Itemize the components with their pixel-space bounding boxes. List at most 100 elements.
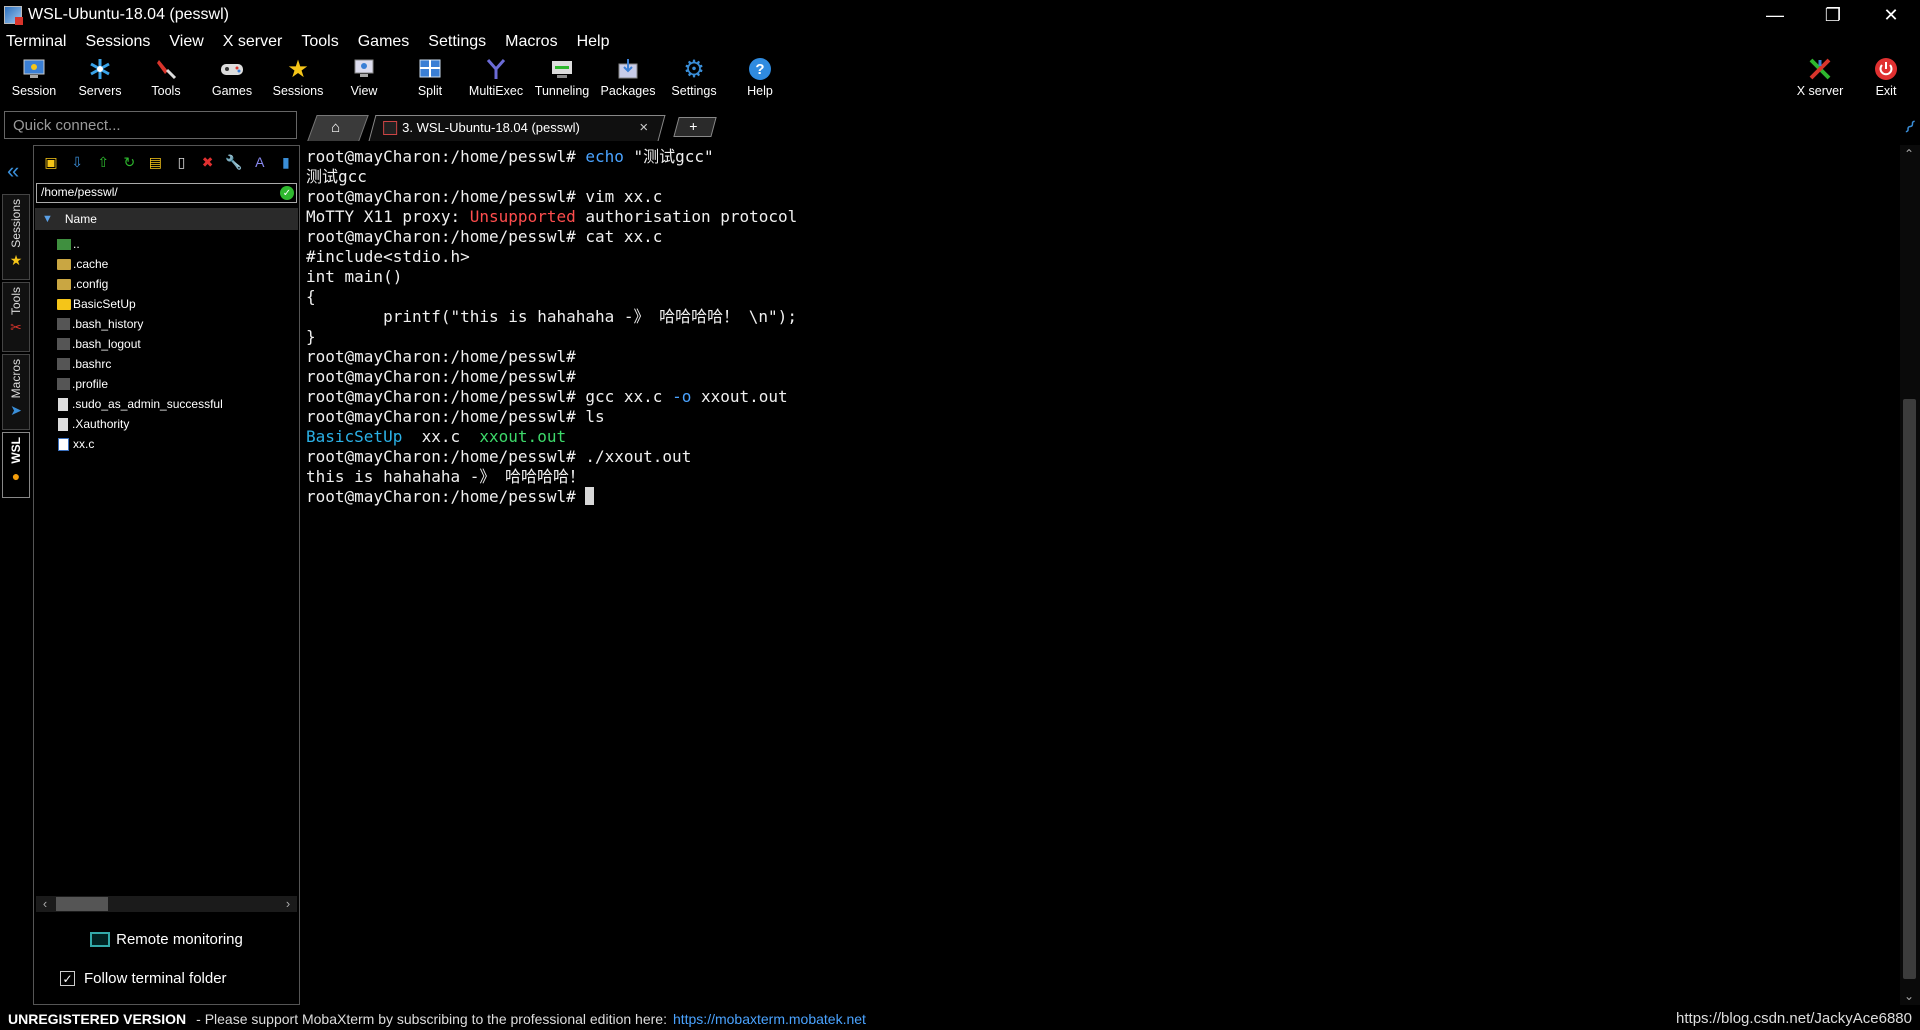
tab-sessions[interactable]: Sessions ★: [2, 194, 30, 280]
tools-button[interactable]: Tools: [133, 56, 199, 106]
terminal-command: ls: [585, 407, 605, 426]
multiexec-icon: [483, 56, 509, 82]
terminal-output[interactable]: root@mayCharon:/home/pesswl# echo "测试gcc…: [306, 147, 1896, 1007]
mobaxterm-link[interactable]: https://mobaxterm.mobatek.net: [673, 1011, 866, 1027]
menu-help[interactable]: Help: [577, 33, 610, 51]
panel-icon[interactable]: ▮: [273, 151, 299, 173]
terminal-command: gcc xx.c: [585, 387, 673, 406]
restore-button[interactable]: ❐: [1804, 0, 1862, 30]
terminal-text: this is hahahaha -》 哈哈哈哈！: [306, 467, 586, 486]
ls-file: xx.c: [421, 427, 461, 446]
file-row[interactable]: .bash_history: [34, 314, 299, 334]
tools-icon: ✂: [10, 319, 22, 336]
monitor-icon: [21, 56, 47, 82]
toolbar: Session Servers Tools Games ★ Sessions V…: [0, 54, 1920, 108]
minimize-button[interactable]: —: [1746, 0, 1804, 30]
menu-games[interactable]: Games: [358, 33, 410, 51]
horizontal-scrollbar[interactable]: ‹ ›: [36, 896, 297, 912]
menu-view[interactable]: View: [169, 33, 203, 51]
servers-button[interactable]: Servers: [67, 56, 133, 106]
new-tab-button[interactable]: +: [673, 117, 717, 137]
terminal-text: 测试gcc: [306, 167, 367, 186]
file-row[interactable]: xx.c: [34, 434, 299, 454]
check-icon[interactable]: ✓: [280, 186, 294, 200]
terminal-prompt: root@mayCharon:/home/pesswl#: [306, 387, 586, 406]
terminal-line: root@mayCharon:/home/pesswl# gcc xx.c -o…: [306, 387, 1896, 407]
tab-tools[interactable]: Tools ✂: [2, 282, 30, 352]
scroll-thumb[interactable]: [1903, 399, 1916, 979]
menu-xserver[interactable]: X server: [223, 33, 283, 51]
terminal-scrollbar[interactable]: ⌃ ⌄: [1900, 145, 1920, 1005]
packages-button[interactable]: Packages: [595, 56, 661, 106]
file-row[interactable]: .bashrc: [34, 354, 299, 374]
session-button[interactable]: Session: [1, 56, 67, 106]
file-row[interactable]: BasicSetUp: [34, 294, 299, 314]
delete-icon[interactable]: ✖: [195, 151, 221, 173]
sort-triangle-icon: ▼: [42, 213, 53, 225]
tunneling-button[interactable]: Tunneling: [529, 56, 595, 106]
scroll-up-icon[interactable]: ⌃: [1904, 147, 1914, 161]
xserver-button[interactable]: X server: [1787, 56, 1853, 106]
home-icon: ⌂: [331, 119, 341, 136]
settings-button[interactable]: ⚙ Settings: [661, 56, 727, 106]
terminal-line: int main(): [306, 267, 1896, 287]
tab-home[interactable]: ⌂: [307, 115, 369, 141]
ls-executable: xxout.out: [479, 427, 567, 446]
star-icon: ★: [287, 55, 309, 83]
file-icon: [57, 358, 70, 370]
sessions-button[interactable]: ★ Sessions: [265, 56, 331, 106]
follow-terminal-folder-checkbox[interactable]: ✓ Follow terminal folder: [60, 970, 227, 987]
exit-button[interactable]: Exit: [1853, 56, 1919, 106]
file-row[interactable]: ..: [34, 234, 299, 254]
tab-close-icon[interactable]: ×: [639, 119, 648, 136]
xserver-icon: [1807, 56, 1833, 82]
split-button[interactable]: Split: [397, 56, 463, 106]
new-folder-icon[interactable]: ▤: [142, 151, 168, 173]
view-button[interactable]: View: [331, 56, 397, 106]
multiexec-button[interactable]: MultiExec: [463, 56, 529, 106]
terminal-text: authorisation protocol: [575, 207, 798, 226]
download-icon[interactable]: ⇩: [64, 151, 90, 173]
plus-icon: +: [689, 118, 698, 134]
paperclip-icon[interactable]: ⌇: [1899, 117, 1920, 139]
file-row[interactable]: .sudo_as_admin_successful: [34, 394, 299, 414]
new-file-icon[interactable]: ▯: [168, 151, 194, 173]
menu-settings[interactable]: Settings: [428, 33, 486, 51]
file-row[interactable]: .cache: [34, 254, 299, 274]
file-list-header[interactable]: ▼ Name: [35, 208, 298, 230]
parent-folder-icon[interactable]: ▣: [38, 151, 64, 173]
tab-macros[interactable]: Macros ➤: [2, 354, 30, 430]
terminal-text: printf("this is hahahaha -》 哈哈哈哈！ \n");: [306, 307, 797, 326]
games-button[interactable]: Games: [199, 56, 265, 106]
file-row[interactable]: .Xauthority: [34, 414, 299, 434]
scroll-down-icon[interactable]: ⌄: [1904, 989, 1914, 1003]
menu-sessions[interactable]: Sessions: [85, 33, 150, 51]
menu-macros[interactable]: Macros: [505, 33, 557, 51]
tab-session[interactable]: 3. WSL-Ubuntu-18.04 (pesswl) ×: [368, 115, 666, 141]
text-icon[interactable]: A: [247, 151, 273, 173]
file-row[interactable]: .config: [34, 274, 299, 294]
close-button[interactable]: ✕: [1862, 0, 1920, 30]
tab-wsl[interactable]: WSL ●: [2, 432, 30, 498]
terminal-line: }: [306, 327, 1896, 347]
checkbox[interactable]: ✓: [60, 971, 75, 986]
scroll-left-icon[interactable]: ‹: [38, 896, 52, 912]
menu-tools[interactable]: Tools: [301, 33, 338, 51]
refresh-icon[interactable]: ↻: [116, 151, 142, 173]
gear-icon: ⚙: [683, 55, 705, 83]
scroll-thumb[interactable]: [56, 897, 108, 911]
remote-monitoring-button[interactable]: Remote monitoring: [34, 926, 299, 952]
menu-terminal[interactable]: Terminal: [6, 33, 66, 51]
collapse-sidebar-icon[interactable]: «: [7, 158, 19, 184]
upload-icon[interactable]: ⇧: [90, 151, 116, 173]
quick-connect-input[interactable]: [4, 111, 297, 139]
file-row[interactable]: .profile: [34, 374, 299, 394]
file-row[interactable]: .bash_logout: [34, 334, 299, 354]
wrench-icon[interactable]: 🔧: [221, 151, 247, 173]
terminal-line: MoTTY X11 proxy: Unsupported authorisati…: [306, 207, 1896, 227]
help-button[interactable]: ? Help: [727, 56, 793, 106]
path-field[interactable]: /home/pesswl/ ✓: [36, 183, 297, 203]
scroll-right-icon[interactable]: ›: [281, 896, 295, 912]
name-column-header: Name: [64, 212, 97, 226]
